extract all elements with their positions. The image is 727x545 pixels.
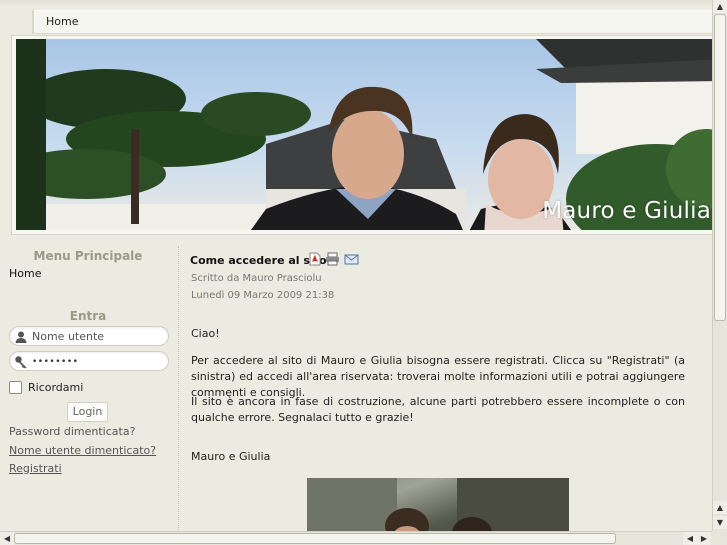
register-link[interactable]: Registrati xyxy=(9,462,62,475)
print-icon[interactable] xyxy=(325,252,340,266)
menu-title: Menu Principale xyxy=(33,249,143,263)
user-icon xyxy=(15,331,27,343)
forgot-password-link[interactable]: Password dimenticata? xyxy=(9,425,135,438)
key-icon xyxy=(15,356,27,369)
email-icon[interactable] xyxy=(344,252,359,266)
nav-home-link[interactable]: Home xyxy=(46,15,78,28)
scroll-down-button[interactable]: ▼ xyxy=(713,516,727,529)
top-nav-bar: Home xyxy=(32,10,712,34)
username-input[interactable] xyxy=(32,329,162,344)
remember-checkbox-row[interactable]: Ricordami xyxy=(9,381,83,394)
password-field[interactable] xyxy=(9,351,169,371)
horizontal-scroll-thumb[interactable] xyxy=(14,533,616,544)
vertical-scrollbar[interactable]: ▲ ▲ ▼ xyxy=(712,0,727,531)
scrollbar-corner xyxy=(712,531,727,545)
scroll-left-button[interactable]: ◀ xyxy=(0,532,14,545)
horizontal-scrollbar[interactable]: ◀ ◀ ▶ xyxy=(0,531,712,545)
password-input[interactable] xyxy=(32,354,162,369)
article-signature: Mauro e Giulia xyxy=(191,450,271,463)
article-photo xyxy=(307,478,569,538)
login-button[interactable]: Login xyxy=(67,402,108,422)
scroll-up-lower-button[interactable]: ▲ xyxy=(713,501,727,514)
scroll-left-lower-button[interactable]: ◀ xyxy=(683,532,697,545)
forgot-username-link[interactable]: Nome utente dimenticato? xyxy=(9,444,156,457)
article-author: Scritto da Mauro Prasciolu xyxy=(191,273,322,284)
banner-title: Mauro e Giulia xyxy=(542,198,711,224)
article-greeting: Ciao! xyxy=(191,327,220,340)
article-tools xyxy=(309,252,359,266)
header-banner: Mauro e Giulia xyxy=(12,36,717,234)
top-edge xyxy=(0,0,727,6)
remember-label: Ricordami xyxy=(28,381,84,394)
article-title: Come accedere al sito xyxy=(190,254,327,267)
scroll-right-button[interactable]: ▶ xyxy=(697,532,711,545)
scroll-up-button[interactable]: ▲ xyxy=(713,0,727,13)
column-divider xyxy=(178,246,179,536)
pdf-icon[interactable] xyxy=(309,252,321,266)
sidebar-item-home[interactable]: Home xyxy=(9,267,41,280)
article-paragraph-2: Il sito è ancora in fase di costruzione,… xyxy=(191,395,685,424)
article-date: Lunedì 09 Marzo 2009 21:38 xyxy=(191,290,335,301)
vertical-scroll-thumb[interactable] xyxy=(714,14,726,321)
login-title: Entra xyxy=(69,309,107,323)
remember-checkbox[interactable] xyxy=(9,381,22,394)
username-field[interactable] xyxy=(9,326,169,346)
